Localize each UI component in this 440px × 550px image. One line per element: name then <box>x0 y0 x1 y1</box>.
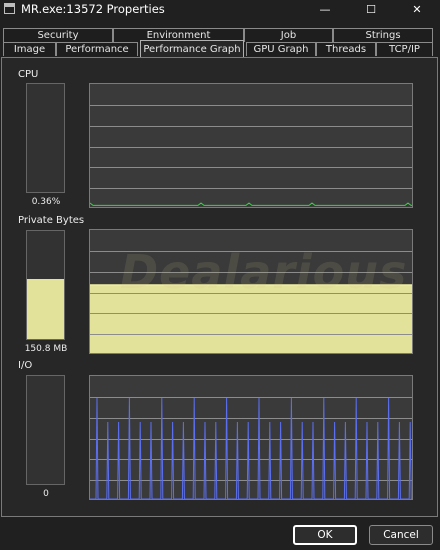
tab-performance-graph[interactable]: Performance Graph <box>140 40 244 57</box>
cpu-meter <box>26 83 65 193</box>
io-history-line <box>90 397 412 499</box>
tab-security[interactable]: Security <box>3 28 113 42</box>
tab-tcpip[interactable]: TCP/IP <box>376 42 433 56</box>
tab-strings[interactable]: Strings <box>333 28 433 42</box>
tab-job[interactable]: Job <box>244 28 333 42</box>
tab-strip: Security Environment Job Strings Image P… <box>0 26 440 60</box>
ok-button[interactable]: OK <box>293 525 357 545</box>
cpu-label: CPU <box>18 69 39 80</box>
private-bytes-meter <box>26 230 65 340</box>
watermark-logo: Dealarious <box>120 245 408 299</box>
close-button[interactable]: ✕ <box>394 0 440 18</box>
cpu-history-line <box>90 202 412 206</box>
tab-threads[interactable]: Threads <box>316 42 376 56</box>
tab-image[interactable]: Image <box>3 42 56 56</box>
cpu-value: 0.36% <box>31 197 61 207</box>
window-app-icon <box>4 3 15 14</box>
cancel-button[interactable]: Cancel <box>369 525 433 545</box>
minimize-button[interactable]: — <box>302 0 348 18</box>
title-bar: MR.exe:13572 Properties — ☐ ✕ <box>0 0 440 18</box>
tab-performance[interactable]: Performance <box>56 42 138 56</box>
io-label: I/O <box>18 360 33 371</box>
cpu-history-svg <box>90 105 412 206</box>
io-meter <box>26 375 65 485</box>
cpu-history-graph <box>89 83 413 208</box>
private-bytes-meter-fill <box>27 278 64 339</box>
io-value: 0 <box>43 489 49 499</box>
private-bytes-value: 150.8 MB <box>24 344 68 354</box>
private-bytes-label: Private Bytes <box>18 215 85 226</box>
io-history-svg <box>90 397 412 499</box>
maximize-button[interactable]: ☐ <box>348 0 394 18</box>
io-history-graph <box>89 375 413 500</box>
window-title: MR.exe:13572 Properties <box>21 2 165 16</box>
tab-gpu-graph[interactable]: GPU Graph <box>246 42 316 56</box>
